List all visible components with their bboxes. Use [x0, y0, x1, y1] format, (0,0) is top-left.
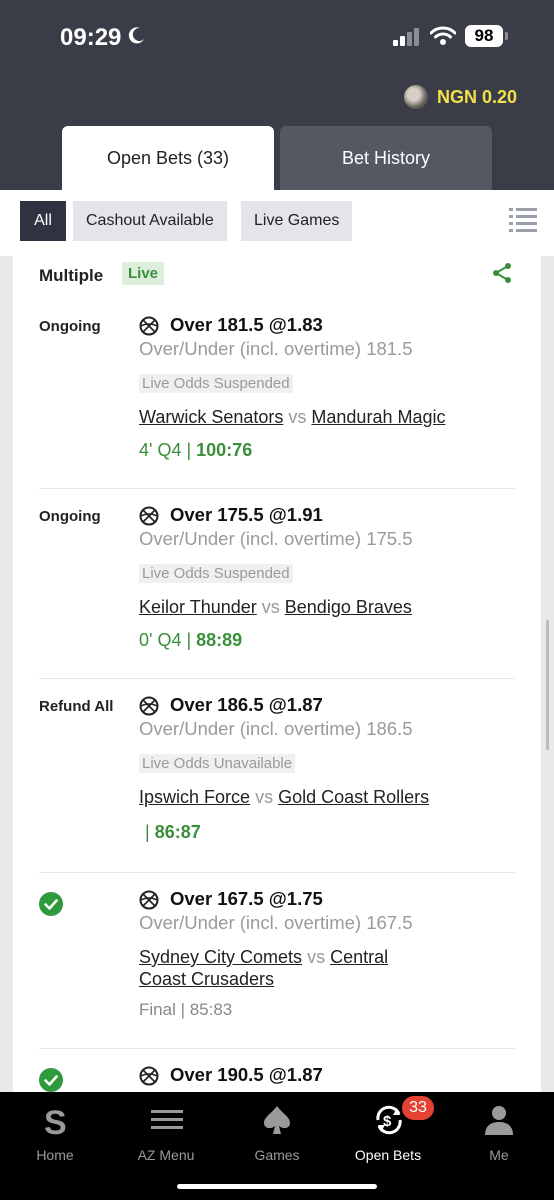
market-name: Over/Under (incl. overtime) 186.5 [139, 718, 413, 739]
selection: Over 167.5 @1.75 [170, 888, 323, 909]
market-name: Over/Under (incl. overtime) 175.5 [139, 528, 413, 549]
live-score: | 86:87 [145, 822, 201, 843]
vs-label: vs [307, 947, 326, 967]
won-check-icon [39, 892, 63, 916]
score: 100:76 [196, 440, 253, 460]
divider [39, 678, 515, 679]
score: 86:87 [154, 822, 201, 842]
bet-card: Multiple Live Ongoing Over 181.5 @1.83 O… [13, 256, 541, 1156]
away-team[interactable]: Mandurah Magic [311, 407, 445, 427]
vs-label: vs [255, 787, 274, 807]
odds-status: Live Odds Suspended [139, 374, 293, 393]
selection: Over 181.5 @1.83 [170, 314, 323, 335]
match-time: 4' Q4 | [139, 440, 192, 460]
nav-label: Home [36, 1147, 74, 1163]
selection: Over 190.5 @1.87 [170, 1064, 323, 1085]
leg-status: Refund All [39, 698, 114, 715]
person-icon [485, 1106, 513, 1135]
filter-live-games[interactable]: Live Games [241, 201, 353, 241]
list-view-icon[interactable] [509, 207, 537, 233]
status-time: 09:29 [60, 24, 122, 51]
away-team-cont[interactable]: Coast Crusaders [139, 969, 274, 989]
basketball-icon [139, 696, 159, 716]
tab-open-bets[interactable]: Open Bets (33) [62, 126, 274, 190]
match-time: | [145, 822, 150, 842]
moon-icon [128, 27, 144, 44]
home-team[interactable]: Warwick Senators [139, 407, 283, 427]
score: 88:89 [196, 630, 243, 650]
open-bets-icon: $ [376, 1105, 402, 1135]
nav-label: AZ Menu [137, 1147, 195, 1163]
filter-bar: All Cashout Available Live Games [0, 190, 554, 256]
leg-status: Ongoing [39, 508, 101, 525]
app-header: 09:29 98 NGN 0.20 Open Bets (33) Bet His… [0, 0, 554, 190]
live-score: 4' Q4 | 100:76 [139, 440, 252, 461]
match-teams[interactable]: Keilor Thunder vs Bendigo Braves [139, 596, 412, 618]
basketball-icon [139, 1066, 159, 1086]
signal-icon [393, 28, 419, 46]
filter-all[interactable]: All [20, 201, 66, 241]
wifi-icon [430, 26, 456, 45]
away-team[interactable]: Gold Coast Rollers [278, 787, 429, 807]
nav-label: Me [489, 1147, 509, 1163]
home-team[interactable]: Keilor Thunder [139, 597, 257, 617]
svg-text:S: S [44, 1104, 67, 1138]
vs-label: vs [288, 407, 307, 427]
nav-label: Games [254, 1147, 300, 1163]
basketball-icon [139, 506, 159, 526]
filter-cashout-available[interactable]: Cashout Available [73, 201, 227, 241]
svg-text:$: $ [383, 1113, 392, 1130]
odds-status: Live Odds Unavailable [139, 754, 296, 773]
match-teams[interactable]: Ipswich Force vs Gold Coast Rollers [139, 786, 429, 808]
tab-bet-history[interactable]: Bet History [280, 126, 492, 190]
odds-status: Live Odds Suspended [139, 564, 293, 583]
away-team[interactable]: Bendigo Braves [285, 597, 412, 617]
home-team[interactable]: Ipswich Force [139, 787, 250, 807]
open-bets-count-badge: 33 [402, 1096, 434, 1120]
battery-tip [505, 32, 508, 40]
leg-status: Ongoing [39, 318, 101, 335]
basketball-icon [139, 890, 159, 910]
vs-label: vs [261, 597, 280, 617]
selection: Over 186.5 @1.87 [170, 694, 323, 715]
divider [39, 872, 515, 873]
spade-icon [264, 1106, 290, 1134]
match-teams[interactable]: Warwick Senators vs Mandurah Magic [139, 406, 445, 428]
share-icon[interactable] [491, 262, 513, 284]
live-badge: Live [122, 262, 165, 285]
hamburger-icon [151, 1110, 183, 1129]
match-teams[interactable]: Sydney City Comets vs Central Coast Crusa… [139, 946, 388, 990]
match-time: 0' Q4 | [139, 630, 192, 650]
home-s-icon: S [44, 1104, 67, 1138]
divider [39, 1048, 515, 1049]
scroll-indicator[interactable] [546, 620, 549, 750]
account-balance[interactable]: NGN 0.20 [437, 87, 517, 108]
market-name: Over/Under (incl. overtime) 167.5 [139, 912, 413, 933]
basketball-icon [139, 316, 159, 336]
won-check-icon [39, 1068, 63, 1092]
divider [39, 488, 515, 489]
market-name: Over/Under (incl. overtime) 181.5 [139, 338, 413, 359]
bet-type-title: Multiple [39, 266, 104, 285]
selection: Over 175.5 @1.91 [170, 504, 323, 525]
live-score: 0' Q4 | 88:89 [139, 630, 242, 651]
final-score: Final | 85:83 [139, 1000, 233, 1019]
avatar[interactable] [404, 85, 428, 109]
home-indicator[interactable] [177, 1184, 377, 1189]
battery-indicator: 98 [465, 25, 503, 47]
nav-label: Open Bets [354, 1147, 422, 1163]
away-team[interactable]: Central [330, 947, 388, 967]
home-team[interactable]: Sydney City Comets [139, 947, 302, 967]
